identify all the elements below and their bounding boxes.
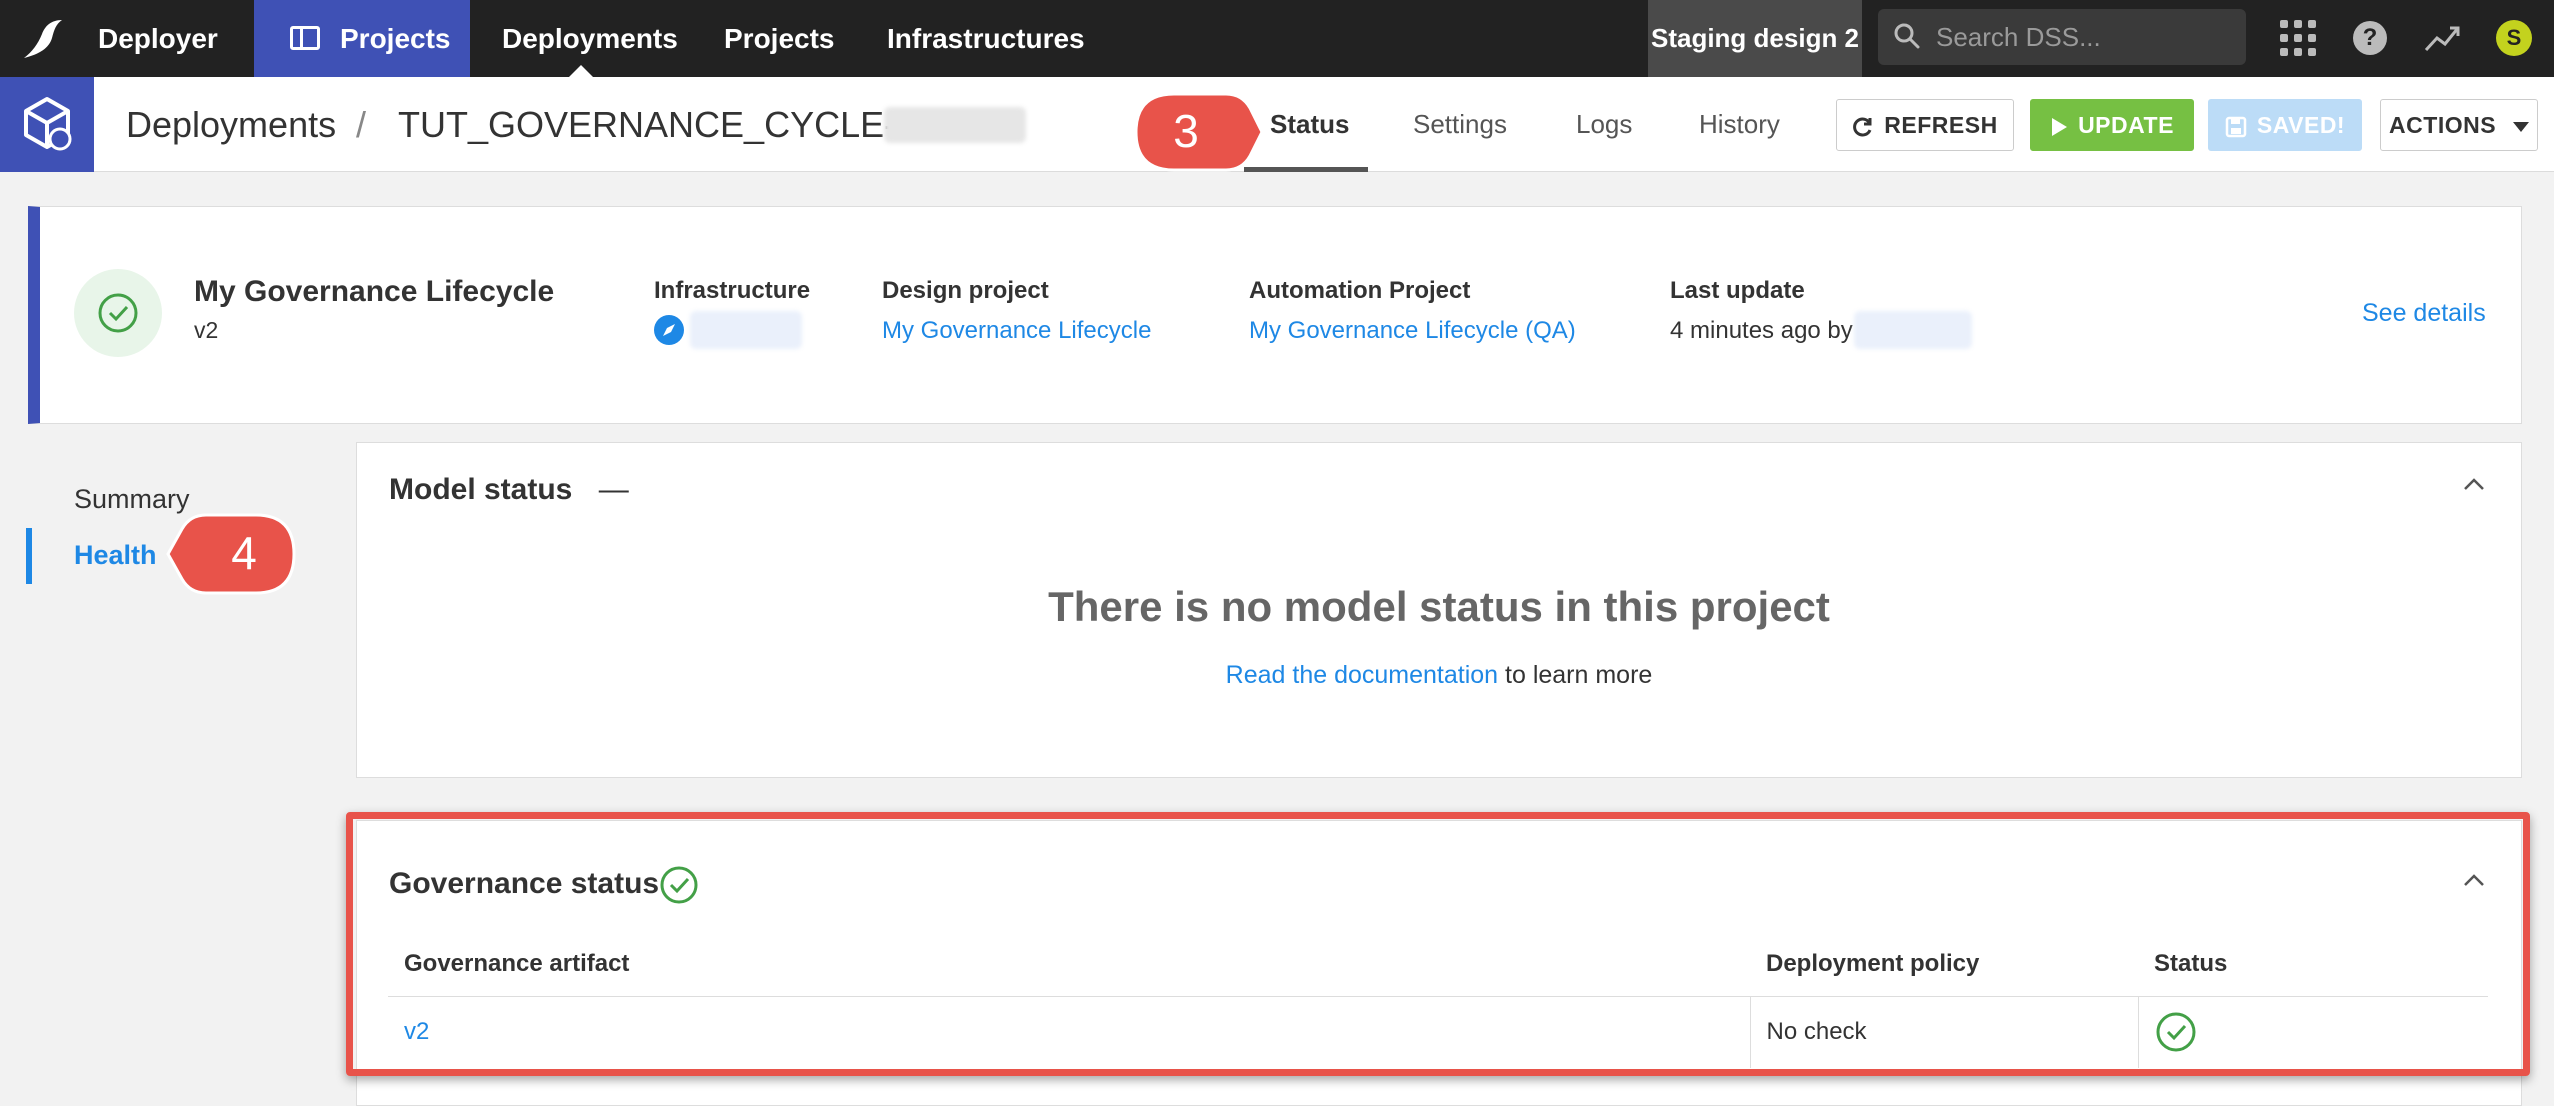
design-project-label: Design project [882,277,1049,304]
search-box[interactable] [1878,9,2246,65]
model-status-title-text: Model status [389,473,573,506]
step-3-number: 3 [1173,105,1199,157]
app-name[interactable]: Deployer [98,0,218,77]
deployment-cube-icon [24,97,72,151]
projects-pill-label: Projects [340,23,451,54]
nav-infrastructures[interactable]: Infrastructures [887,0,1085,77]
breadcrumb-separator: / [356,104,367,145]
top-navbar: Deployer Projects Deployments Projects I… [0,0,2554,77]
apps-grid-icon[interactable] [2280,20,2316,56]
search-input[interactable] [1936,9,2236,65]
last-update-label: Last update [1670,277,1805,304]
caret-down-icon [2512,121,2529,132]
last-update-value: 4 minutes ago by [1670,317,1853,344]
tab-logs[interactable]: Logs [1576,77,1632,172]
check-circle-icon [98,293,138,333]
saved-button[interactable]: SAVED! [2208,99,2362,151]
deployment-header: Deployments / TUT_GOVERNANCE_CYCLE-on- S… [0,77,2554,172]
deployment-summary-card: My Governance Lifecycle v2 Infrastructur… [28,206,2522,424]
see-details-link[interactable]: See details [2362,299,2486,328]
automation-project-label: Automation Project [1249,277,1471,304]
sidebar-item-summary[interactable]: Summary [74,484,190,515]
refresh-button[interactable]: REFRESH [1836,99,2014,151]
empty-state-subtitle: Read the documentation to learn more [357,661,2521,690]
projects-panel-icon [290,26,320,50]
redacted-deployment-suffix [884,107,1026,143]
automation-project-link[interactable]: My Governance Lifecycle (QA) [1249,317,1576,345]
model-status-dash: — [598,473,629,506]
actions-dropdown[interactable]: ACTIONS [2380,99,2538,151]
redacted-infrastructure[interactable] [690,311,802,349]
dataiku-bird-logo-icon[interactable] [18,14,68,64]
project-title: My Governance Lifecycle [194,275,555,308]
step-3-callout: 3 [1134,92,1264,172]
sidebar-item-health[interactable]: Health [74,540,157,571]
step-4-number: 4 [231,527,257,579]
rocket-icon [654,315,684,345]
model-status-panel: Model status — There is no model status … [356,442,2522,778]
collapse-chevron-icon[interactable] [2463,477,2485,491]
governance-highlight-frame [346,812,2530,1076]
project-version: v2 [194,317,219,343]
save-icon [2225,116,2247,138]
breadcrumb-deployments[interactable]: Deployments [126,77,336,172]
play-icon [2052,117,2068,136]
documentation-suffix: to learn more [1498,661,1653,689]
deployment-healthy-badge [74,269,162,357]
tab-history[interactable]: History [1699,77,1780,172]
sidebar-active-indicator [26,528,32,584]
saved-label: SAVED! [2256,112,2346,138]
design-project-link[interactable]: My Governance Lifecycle [882,317,1151,345]
empty-state-title: There is no model status in this project [1048,583,1830,630]
tab-status[interactable]: Status [1270,77,1349,172]
deployment-icon-box [0,77,94,172]
trend-icon[interactable] [2424,20,2462,56]
active-nav-caret [569,65,593,77]
user-avatar[interactable]: S [2496,20,2532,56]
nav-projects[interactable]: Projects [724,0,835,77]
step-4-callout: 4 [166,513,296,595]
update-button[interactable]: UPDATE [2030,99,2194,151]
refresh-label: REFRESH [1884,112,1998,138]
update-label: UPDATE [2078,112,2174,138]
projects-home-button[interactable]: Projects [254,0,470,77]
tab-settings[interactable]: Settings [1413,77,1507,172]
redacted-user[interactable] [1854,311,1972,349]
instance-name[interactable]: Staging design 2 [1648,0,1862,77]
infrastructure-label: Infrastructure [654,277,811,304]
documentation-link[interactable]: Read the documentation [1226,661,1498,689]
deployment-title: TUT_GOVERNANCE_CYCLE-on- [398,104,949,145]
model-status-title[interactable]: Model status — [389,473,629,507]
refresh-icon [1853,117,1872,137]
actions-label: ACTIONS [2389,112,2497,138]
search-icon [1894,23,1920,49]
help-icon[interactable]: ? [2353,21,2387,55]
